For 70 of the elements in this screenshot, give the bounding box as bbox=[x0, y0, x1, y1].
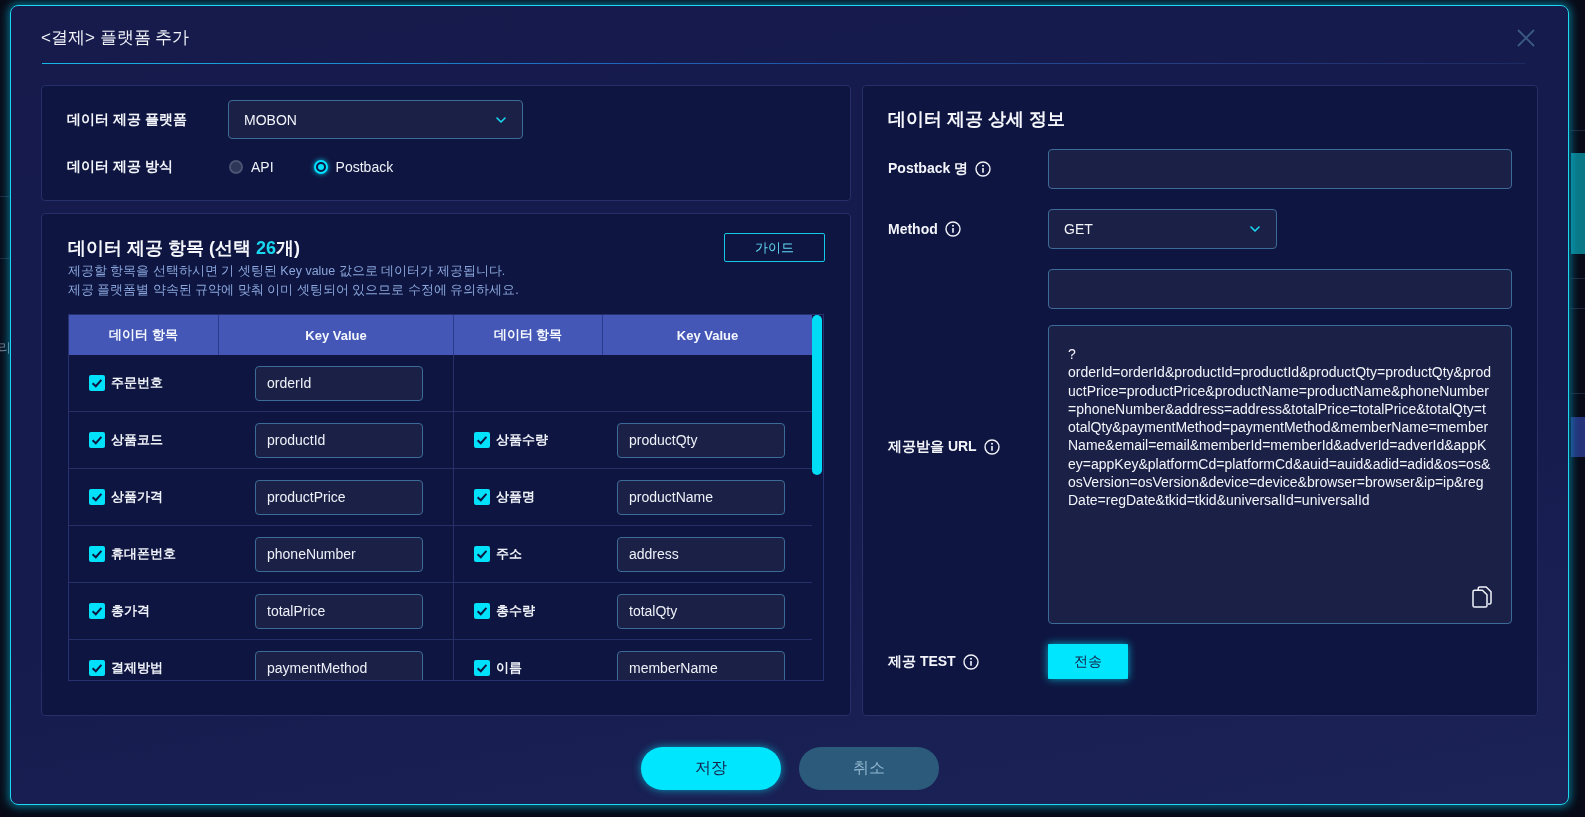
item-label: 총수량 bbox=[496, 602, 535, 620]
postback-name-input[interactable] bbox=[1048, 149, 1512, 189]
key-value-input[interactable]: productQty bbox=[617, 422, 785, 458]
chevron-down-icon bbox=[496, 116, 506, 123]
url-input[interactable] bbox=[1048, 269, 1512, 309]
field-label: 데이터 제공 플랫폼 bbox=[67, 110, 188, 129]
info-icon bbox=[962, 653, 979, 670]
copy-icon[interactable] bbox=[1472, 586, 1492, 608]
info-icon bbox=[944, 221, 961, 237]
key-value-input[interactable]: totalQty bbox=[617, 593, 785, 629]
checkbox[interactable] bbox=[89, 546, 105, 562]
column-header: 데이터 항목 bbox=[454, 315, 603, 355]
item-label: 상품코드 bbox=[111, 431, 163, 449]
info-icon bbox=[975, 161, 992, 177]
checkbox[interactable] bbox=[89, 603, 105, 619]
field-label: 제공 TEST bbox=[888, 652, 956, 671]
checkbox[interactable] bbox=[474, 432, 490, 448]
method-select[interactable]: GET bbox=[1048, 209, 1277, 249]
description-text: 제공 플랫폼별 약속된 규약에 맞춰 이미 셋팅되어 있으므로 수정에 유의하세요. bbox=[68, 282, 519, 299]
key-value-input[interactable]: paymentMethod bbox=[255, 650, 423, 680]
item-label: 상품수량 bbox=[496, 431, 548, 449]
info-icon bbox=[983, 438, 1000, 455]
checkbox[interactable] bbox=[474, 546, 490, 562]
key-value-input[interactable]: address bbox=[617, 536, 785, 572]
url-query-text: ?orderId=orderId&productId=productId&productQty=productQty&productPrice=productPrice&productName=productName&phoneNumber=phoneNumber&address=address&totalPrice=totalPrice&totalQty=totalQty&paymentMethod=paymentMethod&memberName=memberName&email=email&memberId=memberId&adverId=adverId&appKey=appKey&platformCd=platformCd&auid=auid&adid=adid&os=os&osVersion=osVersion&device=device&browser=browser&ip=ip&regDate=regDate&tkid=tkid&universalId=universalId bbox=[1068, 345, 1491, 510]
dialog-title: <결제> 플랫폼 추가 bbox=[41, 26, 190, 49]
key-value-input[interactable]: totalPrice bbox=[255, 593, 423, 629]
key-value-input[interactable]: productPrice bbox=[255, 479, 423, 515]
scrollbar[interactable] bbox=[812, 315, 822, 475]
chevron-down-icon bbox=[1250, 226, 1260, 232]
checkbox[interactable] bbox=[89, 660, 105, 676]
key-value-input[interactable]: productName bbox=[617, 479, 785, 515]
field-label: 제공받을 URL bbox=[888, 437, 977, 456]
send-button[interactable]: 전송 bbox=[1048, 644, 1128, 679]
item-label: 주문번호 bbox=[111, 374, 163, 392]
radio-option[interactable]: API bbox=[229, 159, 274, 175]
guide-button[interactable]: 가이드 bbox=[724, 233, 825, 262]
save-button[interactable]: 저장 bbox=[640, 747, 781, 790]
key-value-input[interactable]: memberName bbox=[617, 650, 785, 680]
column-header: Key Value bbox=[219, 315, 454, 355]
item-label: 상품가격 bbox=[111, 488, 163, 506]
description-text: 제공할 항목을 선택하시면 기 셋팅된 Key value 값으로 데이터가 제공됩니다. bbox=[68, 263, 507, 280]
radio-option[interactable]: Postback bbox=[313, 159, 394, 175]
url-query-field[interactable] bbox=[1048, 325, 1512, 624]
key-value-input[interactable]: orderId bbox=[255, 365, 423, 401]
field-label: 데이터 제공 방식 bbox=[67, 158, 174, 176]
section-title: 데이터 제공 항목 (선택 26개) bbox=[68, 237, 302, 260]
key-value-input[interactable]: productId bbox=[255, 422, 423, 458]
key-value-input[interactable]: phoneNumber bbox=[255, 536, 423, 572]
item-label: 이름 bbox=[496, 659, 522, 677]
item-label: 주소 bbox=[496, 545, 522, 563]
platform-select[interactable]: MOBON bbox=[228, 100, 523, 139]
column-header: 데이터 항목 bbox=[69, 315, 219, 355]
item-label: 총가격 bbox=[111, 602, 150, 620]
item-label: 상품명 bbox=[496, 488, 535, 506]
background-text: 리 bbox=[0, 340, 11, 356]
field-label: Method bbox=[888, 221, 938, 237]
radio-icon[interactable] bbox=[229, 160, 243, 174]
checkbox[interactable] bbox=[474, 489, 490, 505]
item-label: 결제방법 bbox=[111, 659, 163, 677]
checkbox[interactable] bbox=[474, 603, 490, 619]
background-cell bbox=[1571, 417, 1585, 457]
item-label: 휴대폰번호 bbox=[111, 545, 176, 563]
section-title: 데이터 제공 상세 정보 bbox=[888, 108, 1066, 131]
checkbox[interactable] bbox=[89, 375, 105, 391]
column-header: Key Value bbox=[675, 326, 740, 345]
field-label: Postback 명 bbox=[888, 160, 969, 178]
checkbox[interactable] bbox=[89, 489, 105, 505]
checkbox[interactable] bbox=[89, 432, 105, 448]
checkbox[interactable] bbox=[474, 660, 490, 676]
